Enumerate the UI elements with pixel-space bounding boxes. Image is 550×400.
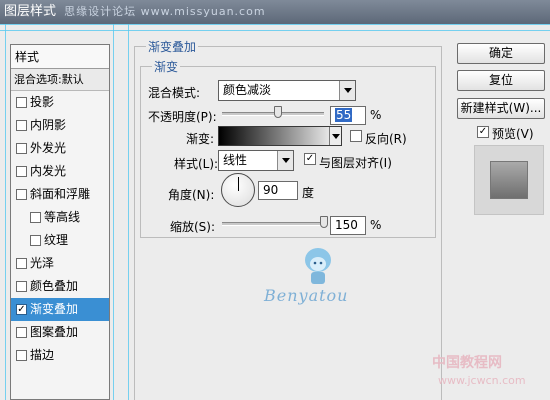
style-item-label: 渐变叠加 xyxy=(30,302,79,316)
guide-line-h-top xyxy=(0,24,550,25)
opacity-unit: % xyxy=(370,108,382,122)
title-bar: 图层样式 思缘设计论坛 www.missyuan.com xyxy=(0,0,550,24)
watermark-cn: 中国教程网 xyxy=(432,355,502,371)
guide-line-v-right xyxy=(113,24,114,400)
style-label: 样式(L): xyxy=(174,157,219,171)
style-item-label: 图案叠加 xyxy=(30,325,79,339)
scale-unit: % xyxy=(370,218,382,232)
style-item-label: 内发光 xyxy=(30,164,67,178)
style-item-inner-shadow[interactable]: 内阴影 xyxy=(11,114,109,137)
opacity-slider-track[interactable] xyxy=(222,112,324,116)
style-item-label: 描边 xyxy=(30,348,55,362)
checkbox[interactable] xyxy=(16,189,27,200)
style-item-gradient-overlay[interactable]: ✓ 渐变叠加 xyxy=(11,298,109,321)
style-list-panel: 样式 混合选项:默认 投影 内阴影 外发光 内发光 斜面和浮雕 等高线 纹理 光… xyxy=(10,44,110,400)
style-item-contour[interactable]: 等高线 xyxy=(11,206,109,229)
checkbox[interactable] xyxy=(16,258,27,269)
checkbox[interactable] xyxy=(16,281,27,292)
checkbox[interactable] xyxy=(16,350,27,361)
style-item-stroke[interactable]: 描边 xyxy=(11,344,109,367)
gradient-style-value: 线性 xyxy=(223,153,248,167)
window-title: 图层样式 xyxy=(4,4,57,19)
checkbox[interactable] xyxy=(16,327,27,338)
checkbox[interactable] xyxy=(16,143,27,154)
scale-slider-thumb[interactable] xyxy=(320,216,328,228)
style-item-label: 纹理 xyxy=(44,233,69,247)
watermark-url: www.jcwcn.com xyxy=(438,374,526,387)
opacity-value: 55 xyxy=(335,108,353,122)
checkbox[interactable] xyxy=(16,120,27,131)
chevron-down-icon xyxy=(277,151,293,170)
style-item-label: 颜色叠加 xyxy=(30,279,79,293)
styles-header[interactable]: 样式 xyxy=(11,45,109,69)
group-title: 渐变 xyxy=(152,58,181,75)
blend-mode-value: 颜色减淡 xyxy=(223,83,272,97)
gradient-style-select[interactable]: 线性 xyxy=(218,150,294,171)
style-item-drop-shadow[interactable]: 投影 xyxy=(11,91,109,114)
angle-dial-hand xyxy=(238,177,239,191)
guide-line-v-left xyxy=(5,24,6,400)
chevron-down-icon[interactable] xyxy=(329,127,341,145)
blend-mode-label: 混合模式: xyxy=(148,86,201,100)
guide-line-v-main xyxy=(128,24,129,400)
style-item-label: 斜面和浮雕 xyxy=(30,187,91,201)
checkbox[interactable] xyxy=(30,212,41,223)
title-watermark: 思缘设计论坛 www.missyuan.com xyxy=(64,5,266,18)
align-with-layer-label: 与图层对齐(I) xyxy=(319,156,392,170)
style-item-color-overlay[interactable]: 颜色叠加 xyxy=(11,275,109,298)
scale-slider-track[interactable] xyxy=(222,222,324,226)
section-title: 渐变叠加 xyxy=(146,38,199,55)
gradient-picker[interactable] xyxy=(218,126,342,146)
style-item-label: 投影 xyxy=(30,95,55,109)
blend-mode-select[interactable]: 颜色减淡 xyxy=(218,80,356,101)
style-item-satin[interactable]: 光泽 xyxy=(11,252,109,275)
scale-value: 150 xyxy=(335,218,358,232)
new-style-button[interactable]: 新建样式(W)... xyxy=(457,98,545,119)
style-item-label: 外发光 xyxy=(30,141,67,155)
chevron-down-icon xyxy=(339,81,355,100)
reverse-label: 反向(R) xyxy=(365,132,407,146)
angle-label: 角度(N): xyxy=(168,188,215,202)
gradient-label: 渐变: xyxy=(186,132,215,146)
preview-label: 预览(V) xyxy=(492,127,534,141)
guide-line-h-mid xyxy=(0,30,550,31)
blend-options-item[interactable]: 混合选项:默认 xyxy=(11,69,109,91)
opacity-slider-thumb[interactable] xyxy=(274,106,283,118)
opacity-label: 不透明度(P): xyxy=(148,110,217,124)
angle-input[interactable]: 90 xyxy=(258,181,298,200)
ok-button[interactable]: 确定 xyxy=(457,43,545,64)
style-item-label: 光泽 xyxy=(30,256,55,270)
reset-button[interactable]: 复位 xyxy=(457,70,545,91)
style-item-texture[interactable]: 纹理 xyxy=(11,229,109,252)
angle-dial[interactable] xyxy=(221,173,255,207)
style-item-label: 等高线 xyxy=(44,210,81,224)
align-with-layer-checkbox[interactable]: ✓ xyxy=(304,153,316,165)
style-item-inner-glow[interactable]: 内发光 xyxy=(11,160,109,183)
style-item-outer-glow[interactable]: 外发光 xyxy=(11,137,109,160)
scale-input[interactable]: 150 xyxy=(330,216,366,235)
angle-unit: 度 xyxy=(302,186,315,200)
style-item-label: 内阴影 xyxy=(30,118,67,132)
style-preview-swatch xyxy=(474,145,544,215)
style-item-bevel-emboss[interactable]: 斜面和浮雕 xyxy=(11,183,109,206)
checkbox-checked[interactable]: ✓ xyxy=(16,304,27,315)
preview-checkbox[interactable]: ✓ xyxy=(477,126,489,138)
preview-square xyxy=(490,161,528,199)
checkbox[interactable] xyxy=(16,97,27,108)
scale-label: 缩放(S): xyxy=(170,220,216,234)
opacity-input[interactable]: 55 xyxy=(330,106,366,125)
checkbox[interactable] xyxy=(30,235,41,246)
logo-text: Benyatou xyxy=(264,286,349,305)
angle-value: 90 xyxy=(263,183,279,197)
reverse-checkbox[interactable] xyxy=(350,130,362,142)
checkbox[interactable] xyxy=(16,166,27,177)
style-item-pattern-overlay[interactable]: 图案叠加 xyxy=(11,321,109,344)
